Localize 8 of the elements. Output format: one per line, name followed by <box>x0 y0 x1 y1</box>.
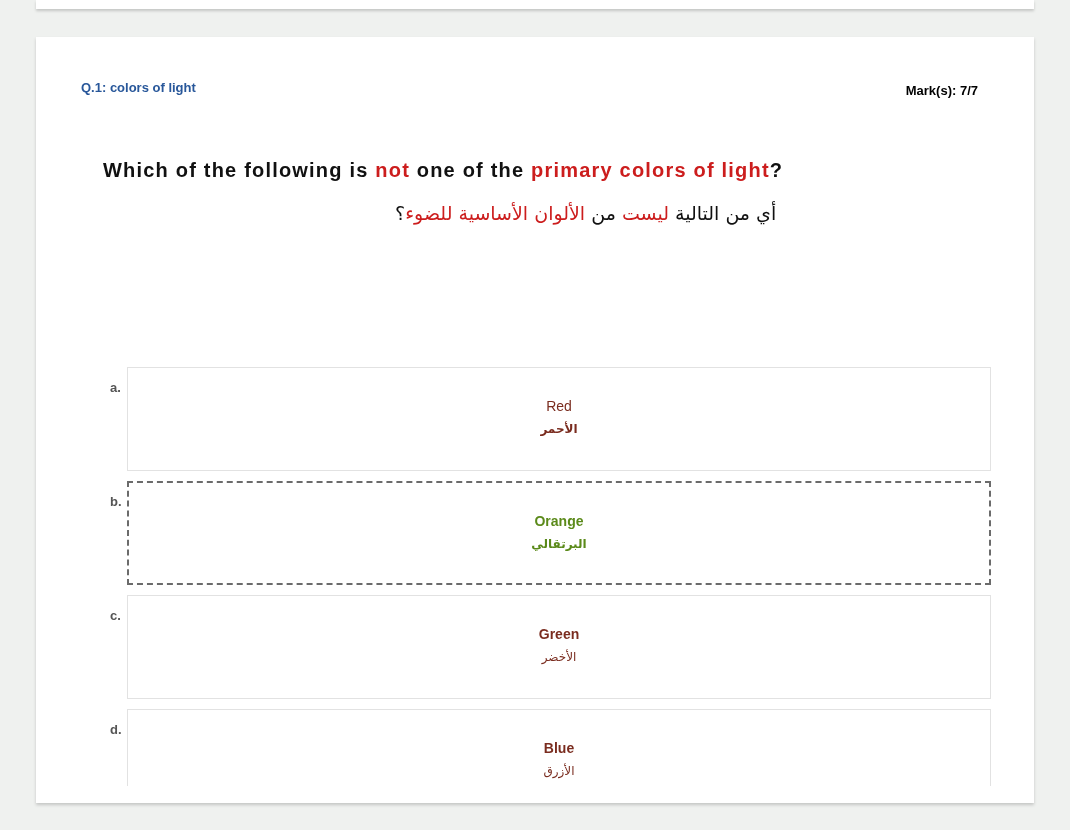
option-letter: b. <box>110 494 123 510</box>
question-title: Q.1: colors of light <box>81 80 196 96</box>
option-letter: a. <box>110 380 122 396</box>
marks-label: Mark(s): 7/7 <box>905 83 978 99</box>
question-text-arabic: أي من التالية ليست من الألوان الأساسية للضوء؟ <box>395 200 777 226</box>
question-text: Which of the following is not one of the primary colors of light? <box>103 158 784 183</box>
option-letter: c. <box>110 608 122 624</box>
option-letter: d. <box>110 722 123 738</box>
